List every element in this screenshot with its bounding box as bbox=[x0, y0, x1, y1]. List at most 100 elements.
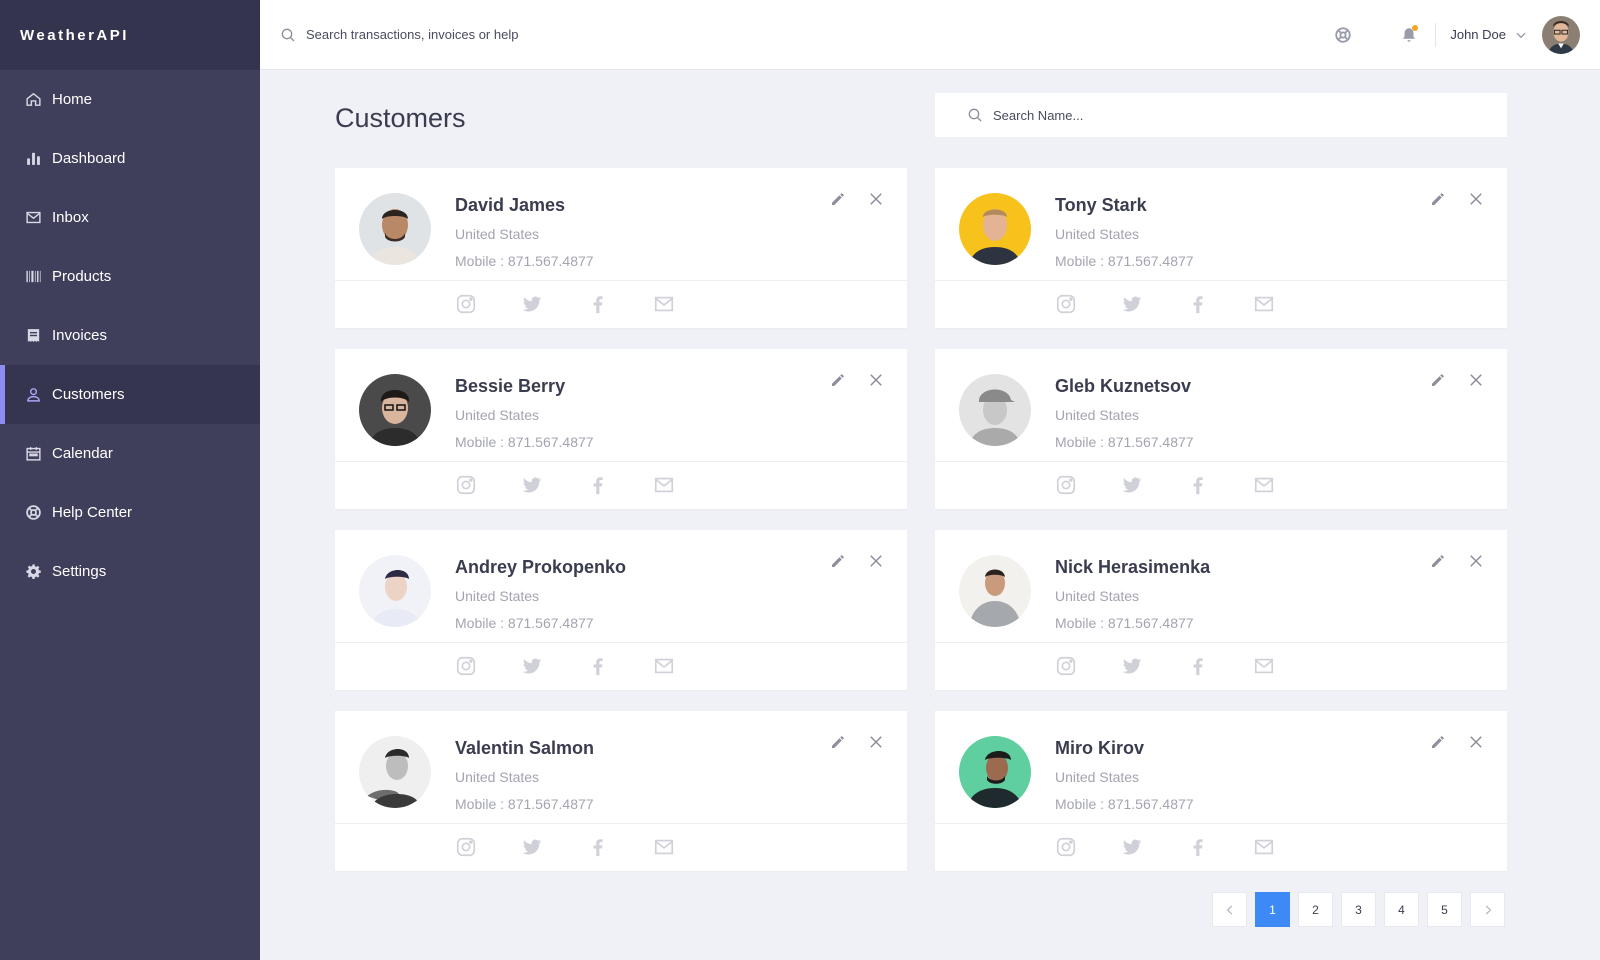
pagination-page-1[interactable]: 1 bbox=[1255, 892, 1290, 927]
invoice-icon bbox=[24, 327, 42, 345]
facebook-icon[interactable] bbox=[587, 293, 609, 315]
mail-icon[interactable] bbox=[1253, 474, 1275, 496]
pagination-page-5[interactable]: 5 bbox=[1427, 892, 1462, 927]
sidebar-item-calendar[interactable]: Calendar bbox=[0, 424, 260, 483]
chevron-down-icon[interactable] bbox=[1514, 28, 1528, 42]
customer-card: Miro Kirov United States Mobile : 871.56… bbox=[935, 711, 1507, 871]
social-links bbox=[1055, 474, 1319, 496]
pencil-icon[interactable] bbox=[1429, 371, 1447, 389]
facebook-icon[interactable] bbox=[1187, 474, 1209, 496]
mail-icon[interactable] bbox=[1253, 836, 1275, 858]
name-search bbox=[935, 93, 1507, 137]
mail-icon[interactable] bbox=[653, 474, 675, 496]
customer-card-body: Valentin Salmon United States Mobile : 8… bbox=[335, 711, 907, 824]
twitter-icon[interactable] bbox=[521, 655, 543, 677]
lifebuoy-icon[interactable] bbox=[1333, 25, 1353, 45]
sidebar-item-label: Products bbox=[52, 268, 112, 285]
global-search-input[interactable] bbox=[306, 27, 706, 42]
facebook-icon[interactable] bbox=[587, 655, 609, 677]
sidebar-item-label: Invoices bbox=[52, 327, 108, 344]
facebook-icon[interactable] bbox=[587, 836, 609, 858]
customer-name: Bessie Berry bbox=[455, 376, 566, 396]
avatar bbox=[959, 555, 1031, 627]
close-icon[interactable] bbox=[867, 733, 885, 751]
instagram-icon[interactable] bbox=[455, 293, 477, 315]
name-search-input[interactable] bbox=[993, 107, 1473, 123]
mail-icon[interactable] bbox=[653, 293, 675, 315]
pagination-next-button[interactable] bbox=[1470, 892, 1505, 927]
social-links bbox=[455, 474, 719, 496]
pagination-prev-button[interactable] bbox=[1212, 892, 1247, 927]
customer-name: Andrey Prokopenko bbox=[455, 557, 627, 577]
pencil-icon[interactable] bbox=[1429, 552, 1447, 570]
instagram-icon[interactable] bbox=[455, 836, 477, 858]
avatar bbox=[359, 555, 431, 627]
close-icon[interactable] bbox=[1467, 733, 1485, 751]
twitter-icon[interactable] bbox=[1121, 293, 1143, 315]
sidebar-item-help-center[interactable]: Help Center bbox=[0, 483, 260, 542]
inbox-icon bbox=[24, 209, 42, 227]
sidebar-item-settings[interactable]: Settings bbox=[0, 542, 260, 601]
pencil-icon[interactable] bbox=[829, 552, 847, 570]
pencil-icon[interactable] bbox=[1429, 733, 1447, 751]
instagram-icon[interactable] bbox=[455, 474, 477, 496]
customer-country: United States bbox=[455, 226, 540, 242]
sidebar-item-label: Calendar bbox=[52, 445, 113, 462]
mail-icon[interactable] bbox=[653, 655, 675, 677]
facebook-icon[interactable] bbox=[587, 474, 609, 496]
mail-icon[interactable] bbox=[1253, 293, 1275, 315]
pencil-icon[interactable] bbox=[829, 371, 847, 389]
customer-card-body: Bessie Berry United States Mobile : 871.… bbox=[335, 349, 907, 462]
avatar bbox=[359, 193, 431, 265]
customer-mobile: Mobile : 871.567.4877 bbox=[1055, 434, 1194, 450]
facebook-icon[interactable] bbox=[1187, 836, 1209, 858]
pagination-page-2[interactable]: 2 bbox=[1298, 892, 1333, 927]
sidebar-nav: Home Dashboard Inbox Products Invoices C… bbox=[0, 70, 260, 601]
twitter-icon[interactable] bbox=[521, 293, 543, 315]
close-icon[interactable] bbox=[867, 190, 885, 208]
instagram-icon[interactable] bbox=[1055, 474, 1077, 496]
user-name[interactable]: John Doe bbox=[1450, 27, 1506, 42]
mail-icon[interactable] bbox=[1253, 655, 1275, 677]
facebook-icon[interactable] bbox=[1187, 655, 1209, 677]
calendar-icon bbox=[24, 445, 42, 463]
close-icon[interactable] bbox=[867, 371, 885, 389]
sidebar-item-inbox[interactable]: Inbox bbox=[0, 188, 260, 247]
facebook-icon[interactable] bbox=[1187, 293, 1209, 315]
pagination-page-3[interactable]: 3 bbox=[1341, 892, 1376, 927]
twitter-icon[interactable] bbox=[1121, 474, 1143, 496]
close-icon[interactable] bbox=[1467, 190, 1485, 208]
sidebar-item-invoices[interactable]: Invoices bbox=[0, 306, 260, 365]
twitter-icon[interactable] bbox=[521, 836, 543, 858]
pencil-icon[interactable] bbox=[829, 190, 847, 208]
brand-logo[interactable]: WeatherAPI bbox=[0, 0, 260, 70]
twitter-icon[interactable] bbox=[1121, 836, 1143, 858]
instagram-icon[interactable] bbox=[455, 655, 477, 677]
customer-card-body: Gleb Kuznetsov United States Mobile : 87… bbox=[935, 349, 1507, 462]
twitter-icon[interactable] bbox=[1121, 655, 1143, 677]
customer-name: Tony Stark bbox=[1055, 195, 1147, 215]
bell-icon[interactable] bbox=[1399, 24, 1419, 45]
mail-icon[interactable] bbox=[653, 836, 675, 858]
pencil-icon[interactable] bbox=[829, 733, 847, 751]
sidebar-item-products[interactable]: Products bbox=[0, 247, 260, 306]
close-icon[interactable] bbox=[1467, 552, 1485, 570]
sidebar-item-customers[interactable]: Customers bbox=[0, 365, 260, 424]
close-icon[interactable] bbox=[1467, 371, 1485, 389]
avatar[interactable] bbox=[1542, 15, 1580, 54]
instagram-icon[interactable] bbox=[1055, 293, 1077, 315]
customer-card: Tony Stark United States Mobile : 871.56… bbox=[935, 168, 1507, 328]
close-icon[interactable] bbox=[867, 552, 885, 570]
instagram-icon[interactable] bbox=[1055, 655, 1077, 677]
sidebar-item-dashboard[interactable]: Dashboard bbox=[0, 129, 260, 188]
customer-mobile: Mobile : 871.567.4877 bbox=[455, 796, 594, 812]
pencil-icon[interactable] bbox=[1429, 190, 1447, 208]
page-title: Customers bbox=[335, 103, 466, 133]
chevron-right-icon bbox=[1485, 905, 1491, 914]
pagination-page-4[interactable]: 4 bbox=[1384, 892, 1419, 927]
instagram-icon[interactable] bbox=[1055, 836, 1077, 858]
sidebar-item-label: Customers bbox=[52, 386, 125, 403]
twitter-icon[interactable] bbox=[521, 474, 543, 496]
social-links bbox=[455, 293, 719, 315]
sidebar-item-home[interactable]: Home bbox=[0, 70, 260, 129]
